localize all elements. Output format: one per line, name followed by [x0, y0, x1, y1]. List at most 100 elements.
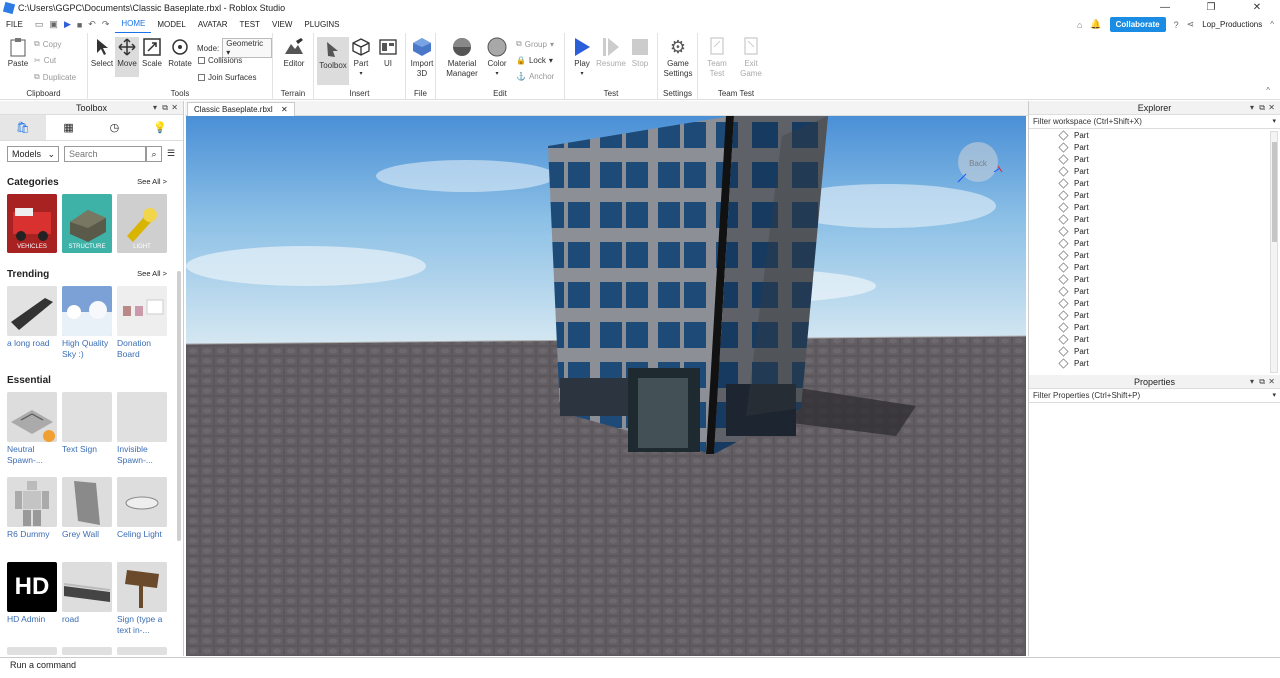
duplicate-button[interactable]: ⧉ Duplicate: [34, 72, 76, 82]
explorer-item-part[interactable]: Part: [1058, 202, 1089, 213]
explorer-filter-input[interactable]: Filter workspace (Ctrl+Shift+X) ▾: [1029, 115, 1280, 129]
mode-dropdown[interactable]: Geometric ▾: [222, 38, 272, 58]
close-tab-icon[interactable]: ✕: [281, 105, 288, 114]
category-select[interactable]: Models ⌄: [7, 146, 59, 162]
explorer-item-part[interactable]: Part: [1058, 310, 1089, 321]
share-icon[interactable]: ⋖: [1187, 19, 1195, 30]
essential-item-hd-admin[interactable]: HD HD Admin: [7, 562, 60, 625]
essential-item-sign[interactable]: Sign (type a text in-...: [117, 562, 170, 636]
material-manager-button[interactable]: Material Manager: [446, 37, 478, 79]
properties-menu-icon[interactable]: ▾: [1250, 375, 1254, 389]
group-button[interactable]: ⧉ Group ▾: [516, 39, 554, 49]
explorer-item-part[interactable]: Part: [1058, 142, 1089, 153]
explorer-item-part[interactable]: Part: [1058, 346, 1089, 357]
scale-button[interactable]: Scale: [141, 37, 163, 69]
explorer-item-part[interactable]: Part: [1058, 298, 1089, 309]
command-input[interactable]: Run a command: [10, 660, 76, 670]
explorer-item-part[interactable]: Part: [1058, 262, 1089, 273]
ui-button[interactable]: UI: [378, 37, 398, 69]
explorer-menu-icon[interactable]: ▾: [1250, 101, 1254, 115]
quick-stop-icon[interactable]: ■: [77, 20, 82, 30]
explorer-item-part[interactable]: Part: [1058, 130, 1089, 141]
essential-item-neutral-spawn[interactable]: Neutral Spawn-...: [7, 392, 60, 466]
help-icon[interactable]: ?: [1174, 20, 1179, 30]
trending-see-all[interactable]: See All >: [137, 269, 167, 278]
trending-item-sky[interactable]: High Quality Sky :): [62, 286, 115, 360]
game-settings-button[interactable]: ⚙ Game Settings: [662, 37, 694, 79]
close-window-button[interactable]: ✕: [1234, 0, 1280, 16]
tab-plugins[interactable]: PLUGINS: [298, 16, 345, 33]
mode-selector[interactable]: Mode: Geometric ▾: [197, 38, 272, 58]
trending-item-long-road[interactable]: a long road: [7, 286, 60, 349]
properties-filter-input[interactable]: Filter Properties (Ctrl+Shift+P) ▾: [1029, 389, 1280, 403]
panel-close-icon[interactable]: ✕: [171, 101, 178, 115]
explorer-item-part[interactable]: Part: [1058, 358, 1089, 369]
panel-menu-icon[interactable]: ▾: [153, 101, 157, 115]
essential-item-ceiling-light[interactable]: Celing Light: [117, 477, 170, 540]
tab-creations[interactable]: 💡: [137, 115, 183, 140]
tab-home[interactable]: HOME: [115, 15, 152, 34]
tab-test[interactable]: TEST: [233, 16, 265, 33]
join-surfaces-checkbox[interactable]: [198, 74, 205, 81]
exit-game-button[interactable]: Exit Game: [738, 37, 764, 79]
collapse-ribbon-icon[interactable]: ^: [1266, 86, 1270, 95]
essential-item-more-3[interactable]: [117, 647, 170, 655]
trending-item-donation-board[interactable]: Donation Board: [117, 286, 170, 360]
properties-close-icon[interactable]: ✕: [1268, 375, 1275, 389]
panel-float-icon[interactable]: ⧉: [162, 101, 168, 115]
quick-play-icon[interactable]: ▶: [64, 19, 71, 30]
color-dropdown-icon[interactable]: ▾: [495, 69, 498, 79]
explorer-item-part[interactable]: Part: [1058, 178, 1089, 189]
maximize-button[interactable]: ❐: [1188, 0, 1234, 16]
filter-icon[interactable]: ☰: [167, 148, 175, 159]
home-icon[interactable]: ⌂: [1077, 20, 1082, 30]
category-light[interactable]: LIGHT: [117, 194, 167, 253]
paste-button[interactable]: Paste: [6, 37, 30, 69]
explorer-float-icon[interactable]: ⧉: [1259, 101, 1265, 115]
essential-item-more-2[interactable]: [62, 647, 115, 655]
chevron-down-icon[interactable]: ▾: [1272, 389, 1276, 403]
tab-model[interactable]: MODEL: [151, 16, 191, 33]
rotate-button[interactable]: Rotate: [167, 37, 193, 69]
notification-icon[interactable]: 🔔: [1090, 19, 1101, 30]
explorer-item-part[interactable]: Part: [1058, 334, 1089, 345]
doc-tab-classic-baseplate[interactable]: Classic Baseplate.rbxl ✕: [187, 102, 295, 116]
toolbox-button[interactable]: Toolbox: [317, 37, 349, 85]
toolbox-scrollbar[interactable]: [177, 271, 181, 541]
menu-file[interactable]: FILE: [0, 16, 29, 33]
category-vehicles[interactable]: VEHICLES: [7, 194, 57, 253]
essential-item-grey-wall[interactable]: Grey Wall: [62, 477, 115, 540]
part-button[interactable]: Part ▾: [352, 37, 370, 79]
team-test-button[interactable]: Team Test: [704, 37, 730, 79]
tab-view[interactable]: VIEW: [266, 16, 298, 33]
explorer-item-part[interactable]: Part: [1058, 238, 1089, 249]
tab-marketplace[interactable]: 🛍: [0, 115, 46, 140]
3d-viewport[interactable]: Back: [186, 116, 1026, 656]
essential-item-r6-dummy[interactable]: R6 Dummy: [7, 477, 60, 540]
move-button[interactable]: Move: [115, 37, 139, 77]
explorer-item-part[interactable]: Part: [1058, 250, 1089, 261]
undo-icon[interactable]: ↶: [88, 19, 96, 30]
stop-button[interactable]: Stop: [628, 37, 652, 69]
category-structure[interactable]: STRUCTURE: [62, 194, 112, 253]
essential-item-road[interactable]: road: [62, 562, 115, 625]
search-input[interactable]: [64, 146, 146, 162]
explorer-item-part[interactable]: Part: [1058, 166, 1089, 177]
minimize-button[interactable]: —: [1142, 0, 1188, 16]
terrain-editor-button[interactable]: Editor: [281, 37, 307, 69]
essential-item-text-sign[interactable]: Text Sign: [62, 392, 115, 455]
essential-item-invisible-spawn[interactable]: Invisible Spawn-...: [117, 392, 170, 466]
chevron-down-icon[interactable]: ▾: [1272, 115, 1276, 129]
part-dropdown-icon[interactable]: ▾: [359, 69, 362, 79]
tab-recent[interactable]: ◷: [92, 115, 138, 140]
username[interactable]: Lop_Productions: [1202, 20, 1262, 29]
command-bar[interactable]: Run a command: [0, 657, 1280, 678]
explorer-item-part[interactable]: Part: [1058, 214, 1089, 225]
tab-avatar[interactable]: AVATAR: [192, 16, 234, 33]
search-icon[interactable]: ⌕: [146, 146, 162, 162]
explorer-item-part[interactable]: Part: [1058, 322, 1089, 333]
play-button[interactable]: Play ▾: [570, 37, 594, 79]
expand-icon[interactable]: ^: [1270, 20, 1274, 29]
cut-button[interactable]: ✂ Cut: [34, 56, 56, 65]
explorer-item-part[interactable]: Part: [1058, 154, 1089, 165]
